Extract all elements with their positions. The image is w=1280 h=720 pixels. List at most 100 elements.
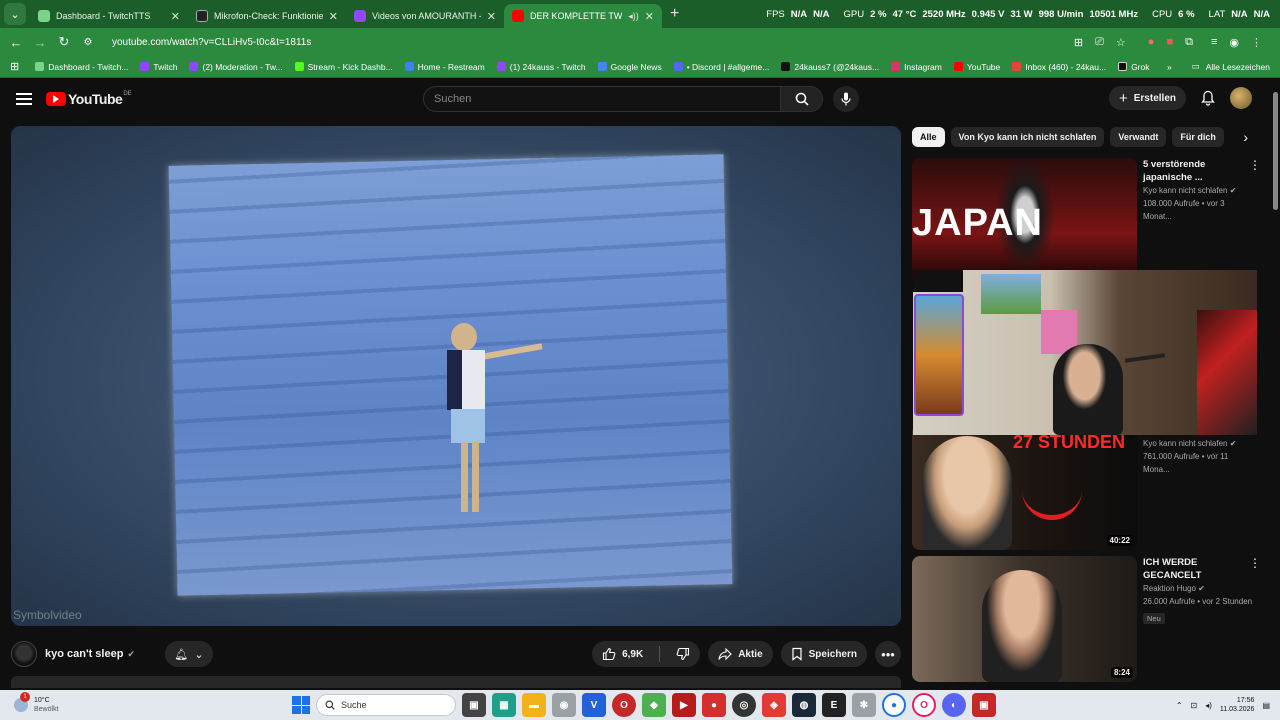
calculator-icon[interactable]: ▦ bbox=[492, 693, 516, 717]
translate-icon[interactable]: ⊞ bbox=[1074, 36, 1083, 49]
chevron-right-icon[interactable]: › bbox=[1243, 129, 1262, 145]
hamburger-menu-icon[interactable] bbox=[16, 90, 32, 108]
search-button[interactable] bbox=[781, 86, 823, 112]
task-view-icon[interactable]: ▣ bbox=[462, 693, 486, 717]
close-tab-icon[interactable]: ✕ bbox=[171, 10, 180, 23]
extension-icon[interactable]: ● bbox=[1148, 36, 1155, 49]
account-avatar[interactable] bbox=[1230, 87, 1252, 109]
like-button[interactable]: 6,9K bbox=[592, 641, 653, 667]
chip-from-channel[interactable]: Von Kyo kann ich nicht schlafen bbox=[950, 127, 1105, 147]
back-icon[interactable]: ← bbox=[4, 35, 28, 50]
video-thumbnail[interactable]: 27 STUNDEN 40:22 bbox=[912, 424, 1137, 550]
bookmark-item[interactable]: Home - Restream bbox=[404, 62, 485, 72]
discord-icon[interactable]: ◐ bbox=[942, 693, 966, 717]
record-app-icon[interactable]: ● bbox=[702, 693, 726, 717]
browser-menu-icon[interactable]: ⋮ bbox=[1251, 36, 1262, 49]
file-explorer-icon[interactable]: ▬ bbox=[522, 693, 546, 717]
recommendation-channel[interactable]: Kyo kann nicht schlafen ✔ bbox=[1143, 184, 1253, 197]
close-tab-icon[interactable]: ✕ bbox=[645, 10, 654, 23]
tab-mikrofon-check[interactable]: Mikrofon-Check: Funktioniert's ✕ bbox=[188, 4, 346, 28]
bookmark-item[interactable]: (2) Moderation - Tw... bbox=[189, 62, 283, 72]
recommendation-title[interactable]: 5 verstörende japanische ... bbox=[1143, 158, 1253, 184]
media-controls-icon[interactable]: ≡ bbox=[1211, 36, 1217, 49]
bookmark-item[interactable]: Inbox (460) - 24kau... bbox=[1012, 62, 1106, 72]
chip-for-you[interactable]: Für dich bbox=[1172, 127, 1224, 147]
taskbar-search[interactable]: Suche bbox=[316, 694, 456, 716]
scroll-thumb[interactable] bbox=[1273, 92, 1278, 210]
bookmark-item[interactable]: Grok bbox=[1118, 62, 1149, 72]
steam-icon[interactable]: ◍ bbox=[792, 693, 816, 717]
bookmark-item[interactable]: • Discord | #allgeme... bbox=[673, 62, 769, 72]
opera-icon[interactable]: O bbox=[912, 693, 936, 717]
mouse-app-icon[interactable]: ◉ bbox=[552, 693, 576, 717]
tab-youtube-active[interactable]: DER KOMPLETTE TWITCH E ◂)) ✕ bbox=[504, 4, 662, 28]
bookmark-item[interactable]: Twitch bbox=[140, 62, 177, 72]
settings-icon[interactable]: ✱ bbox=[852, 693, 876, 717]
tray-chevron-icon[interactable]: ⌃ bbox=[1176, 701, 1183, 710]
more-actions-button[interactable]: ••• bbox=[875, 641, 901, 667]
obs-icon[interactable]: ◎ bbox=[732, 693, 756, 717]
reload-icon[interactable]: ↻ bbox=[52, 34, 76, 50]
search-input[interactable] bbox=[423, 86, 781, 112]
stream-app-icon[interactable]: ▶ bbox=[672, 693, 696, 717]
bookmark-star-icon[interactable]: ☆ bbox=[1116, 36, 1126, 49]
extension-icon-2[interactable]: ■ bbox=[1166, 36, 1173, 49]
site-info-icon[interactable]: ⚙ bbox=[76, 37, 100, 48]
tab-dashboard-twitchtts[interactable]: Dashboard - TwitchTTS ✕ bbox=[30, 4, 188, 28]
bookmarks-overflow-icon[interactable]: » bbox=[1167, 62, 1172, 72]
forward-icon[interactable]: → bbox=[28, 35, 52, 50]
more-vert-icon[interactable]: ⋮ bbox=[1249, 556, 1261, 570]
epic-games-icon[interactable]: E bbox=[822, 693, 846, 717]
vpn-app-icon[interactable]: V bbox=[582, 693, 606, 717]
video-player[interactable]: Symbolvideo bbox=[11, 126, 901, 626]
recommendation-title[interactable]: ICH WERDE GECANCELT bbox=[1143, 556, 1253, 582]
weather-widget[interactable]: 1 10°C Bewölkt bbox=[14, 692, 59, 714]
audio-icon[interactable]: ◂)) bbox=[628, 11, 639, 22]
dislike-button[interactable] bbox=[666, 641, 700, 667]
tab-search-button[interactable]: ⌄ bbox=[4, 3, 26, 25]
recommendation-item[interactable]: 8:24 ICH WERDE GECANCELT Reaktion Hugo ✔… bbox=[912, 556, 1261, 682]
bookmark-item[interactable]: 24kauss7 (@24kaus... bbox=[781, 62, 879, 72]
app-icon-extra[interactable]: ▣ bbox=[972, 693, 996, 717]
share-button[interactable]: Aktie bbox=[708, 641, 773, 667]
video-thumbnail[interactable]: 8:24 bbox=[912, 556, 1137, 682]
bookmark-item[interactable]: Dashboard - Twitch... bbox=[35, 62, 128, 72]
extensions-puzzle-icon[interactable]: ⧉ bbox=[1185, 36, 1193, 49]
channel-name[interactable]: kyo can't sleep bbox=[45, 648, 123, 660]
recommendation-item[interactable]: 27 STUNDEN 40:22 zu sterben.. (3 echte .… bbox=[912, 424, 1253, 550]
save-button[interactable]: Speichern bbox=[780, 641, 867, 667]
opera-gx-icon[interactable]: O bbox=[612, 693, 636, 717]
video-thumbnail[interactable]: JAPAN bbox=[912, 158, 1137, 284]
cast-icon[interactable]: ⎚ bbox=[1095, 36, 1104, 49]
apps-grid-icon[interactable]: ⊞ bbox=[10, 60, 19, 73]
bookmark-item[interactable]: (1) 24kauss - Twitch bbox=[496, 62, 586, 72]
channel-avatar[interactable] bbox=[11, 641, 37, 667]
volume-icon[interactable]: ◂) bbox=[1205, 701, 1212, 710]
description-box[interactable] bbox=[11, 676, 901, 688]
bookmark-item[interactable]: Instagram bbox=[891, 62, 942, 72]
bookmark-item[interactable]: YouTube bbox=[953, 62, 1000, 72]
url-field[interactable]: youtube.com/watch?v=CLLiHv5-t0c&t=1811s bbox=[112, 37, 1074, 48]
page-scrollbar[interactable] bbox=[1270, 78, 1280, 690]
gaming-app-icon[interactable]: ◆ bbox=[642, 693, 666, 717]
all-bookmarks-link[interactable]: Alle Lesezeichen bbox=[1206, 62, 1270, 72]
notification-center-icon[interactable]: ▤ bbox=[1262, 701, 1270, 710]
network-icon[interactable]: ⊡ bbox=[1191, 701, 1198, 710]
close-tab-icon[interactable]: ✕ bbox=[487, 10, 496, 23]
recommendation-channel[interactable]: Kyo kann nicht schlafen ✔ bbox=[1143, 437, 1253, 450]
close-tab-icon[interactable]: ✕ bbox=[329, 10, 338, 23]
more-vert-icon[interactable]: ⋮ bbox=[1249, 158, 1261, 172]
recommendation-item[interactable]: JAPAN 5 verstörende japanische ... Kyo k… bbox=[912, 158, 1261, 284]
new-tab-button[interactable]: + bbox=[670, 5, 679, 23]
youtube-logo[interactable]: YouTube DE bbox=[46, 91, 132, 107]
profile-icon[interactable]: ◉ bbox=[1229, 36, 1239, 49]
game-launcher-icon[interactable]: ◈ bbox=[762, 693, 786, 717]
voice-search-button[interactable] bbox=[833, 86, 859, 112]
taskbar-clock[interactable]: 17:56 11.03.2026 bbox=[1220, 696, 1255, 714]
subscription-bell-button[interactable]: 🔔︎ ⌄ bbox=[164, 641, 213, 667]
chrome-icon[interactable]: ● bbox=[882, 693, 906, 717]
recommendation-channel[interactable]: Reaktion Hugo ✔ bbox=[1143, 582, 1253, 595]
tab-amouranth-videos[interactable]: Videos von AMOURANTH - Twi ✕ bbox=[346, 4, 504, 28]
chip-all[interactable]: Alle bbox=[912, 127, 945, 147]
bookmark-item[interactable]: Google News bbox=[597, 62, 662, 72]
